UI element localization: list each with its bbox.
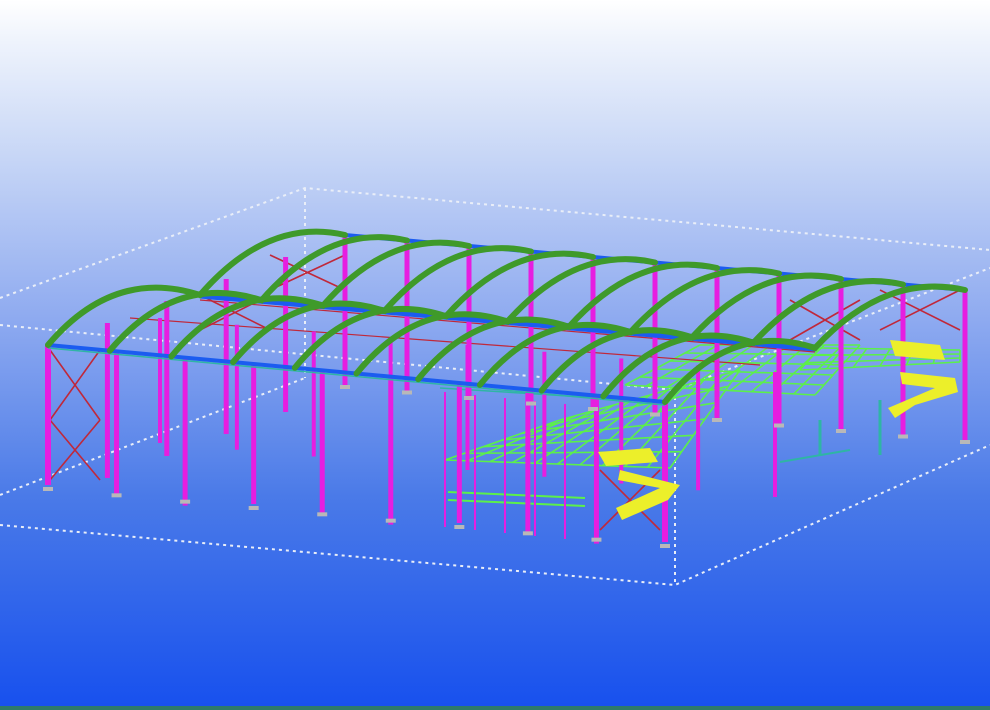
base-plate-back-10 [898, 434, 908, 439]
base-plate-front-3 [180, 499, 191, 504]
base-plate-back-6 [650, 412, 660, 417]
stair-landing-2[interactable] [890, 340, 945, 360]
base-plate-back-3 [464, 396, 474, 400]
base-plate-front-6 [385, 518, 396, 523]
base-plate-front-4 [248, 506, 259, 510]
mezzanine-floor-right-u2[interactable] [852, 348, 868, 368]
model-3d-viewport[interactable] [0, 0, 990, 710]
base-plate-back-2 [402, 390, 412, 395]
viewport-bottom-edge [0, 706, 990, 710]
base-plate-back-4 [526, 401, 536, 406]
base-plate-back-5 [588, 407, 598, 411]
base-plate-back-1 [340, 385, 350, 389]
model-view-canvas[interactable] [0, 0, 990, 710]
mezzanine-floor-rear-v1[interactable] [639, 376, 825, 386]
stair-brace-teal[interactable] [779, 449, 851, 463]
stair-flight-2[interactable] [888, 372, 958, 418]
mezzanine-floor-right-u3[interactable] [879, 348, 891, 367]
base-plate-front-1 [43, 487, 53, 491]
base-plate-front-7 [454, 525, 465, 529]
base-plate-front-8 [522, 531, 533, 536]
base-plate-back-7 [712, 418, 722, 422]
base-plate-back-8 [774, 423, 784, 428]
base-plate-back-11 [960, 440, 970, 444]
base-plates [43, 385, 970, 548]
base-plate-front-2 [111, 493, 122, 498]
mezzanine-floor-rear-u9[interactable] [814, 344, 861, 396]
base-plate-front-5 [317, 512, 328, 517]
base-plate-front-9 [591, 537, 602, 542]
stair-landing-1[interactable] [598, 448, 658, 466]
base-plate-front-10 [660, 544, 670, 548]
base-plate-back-9 [836, 429, 846, 433]
work-area-bottom-front-edge [0, 444, 990, 587]
